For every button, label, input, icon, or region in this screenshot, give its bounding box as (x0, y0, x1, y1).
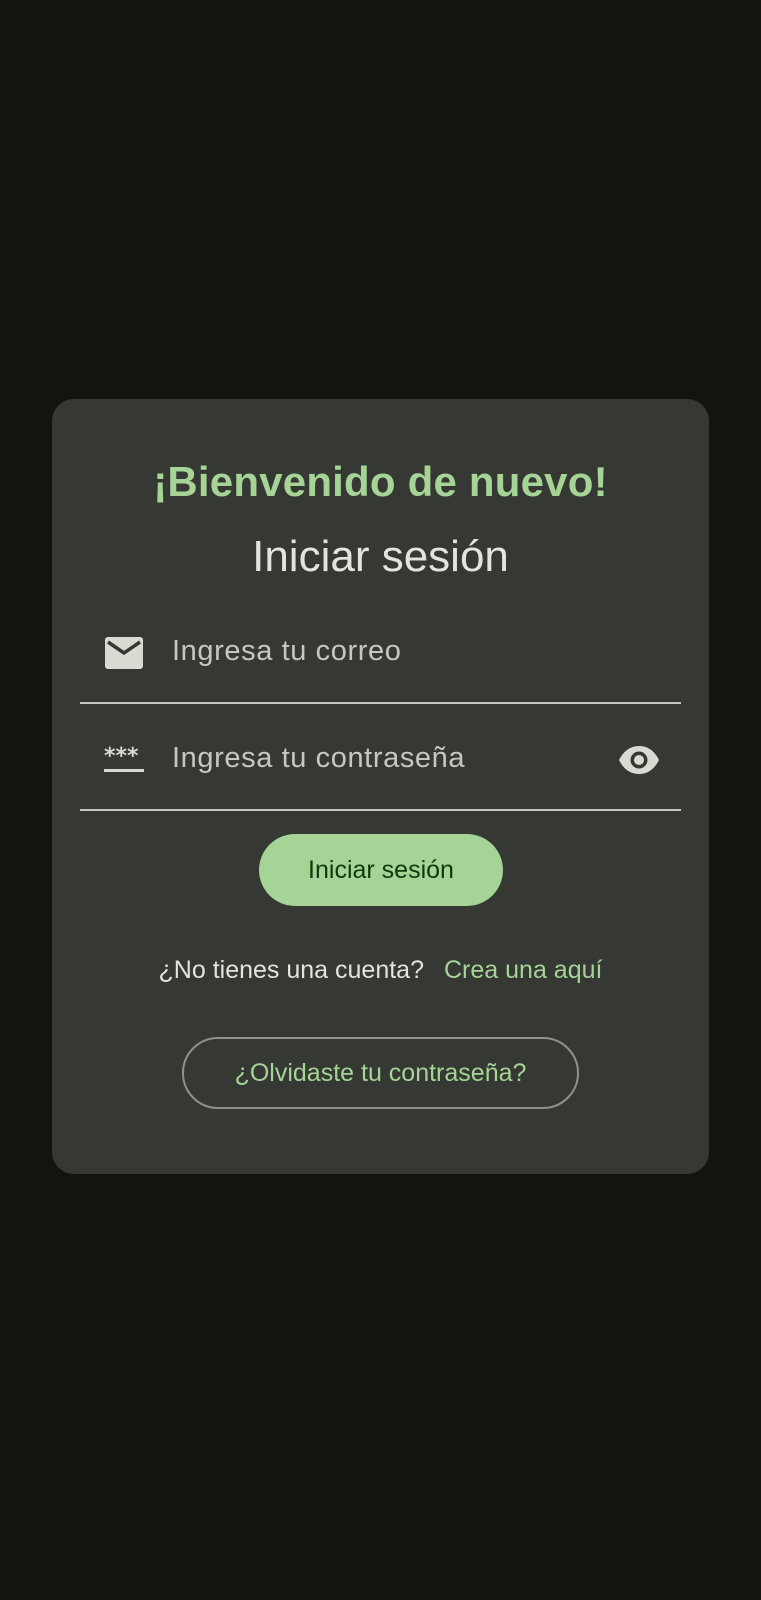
password-icon: *** (104, 742, 144, 778)
svg-text:***: *** (104, 746, 139, 769)
signup-prompt: ¿No tienes una cuenta? (158, 956, 424, 984)
page-title: Iniciar sesión (252, 532, 509, 581)
forgot-password-button[interactable]: ¿Olvidaste tu contraseña? (182, 1037, 579, 1109)
email-field (80, 599, 681, 704)
login-button[interactable]: Iniciar sesión (259, 834, 503, 906)
signup-row: ¿No tienes una cuenta? Crea una aquí (52, 954, 709, 986)
signup-link[interactable]: Crea una aquí (444, 956, 602, 984)
login-card: ¡Bienvenido de nuevo! Iniciar sesión *** (52, 399, 709, 1174)
eye-icon[interactable] (617, 738, 661, 782)
mail-icon (104, 635, 144, 671)
email-input[interactable] (172, 623, 592, 679)
welcome-title: ¡Bienvenido de nuevo! (153, 458, 608, 505)
password-field: *** (80, 706, 681, 811)
password-input[interactable] (172, 730, 592, 786)
